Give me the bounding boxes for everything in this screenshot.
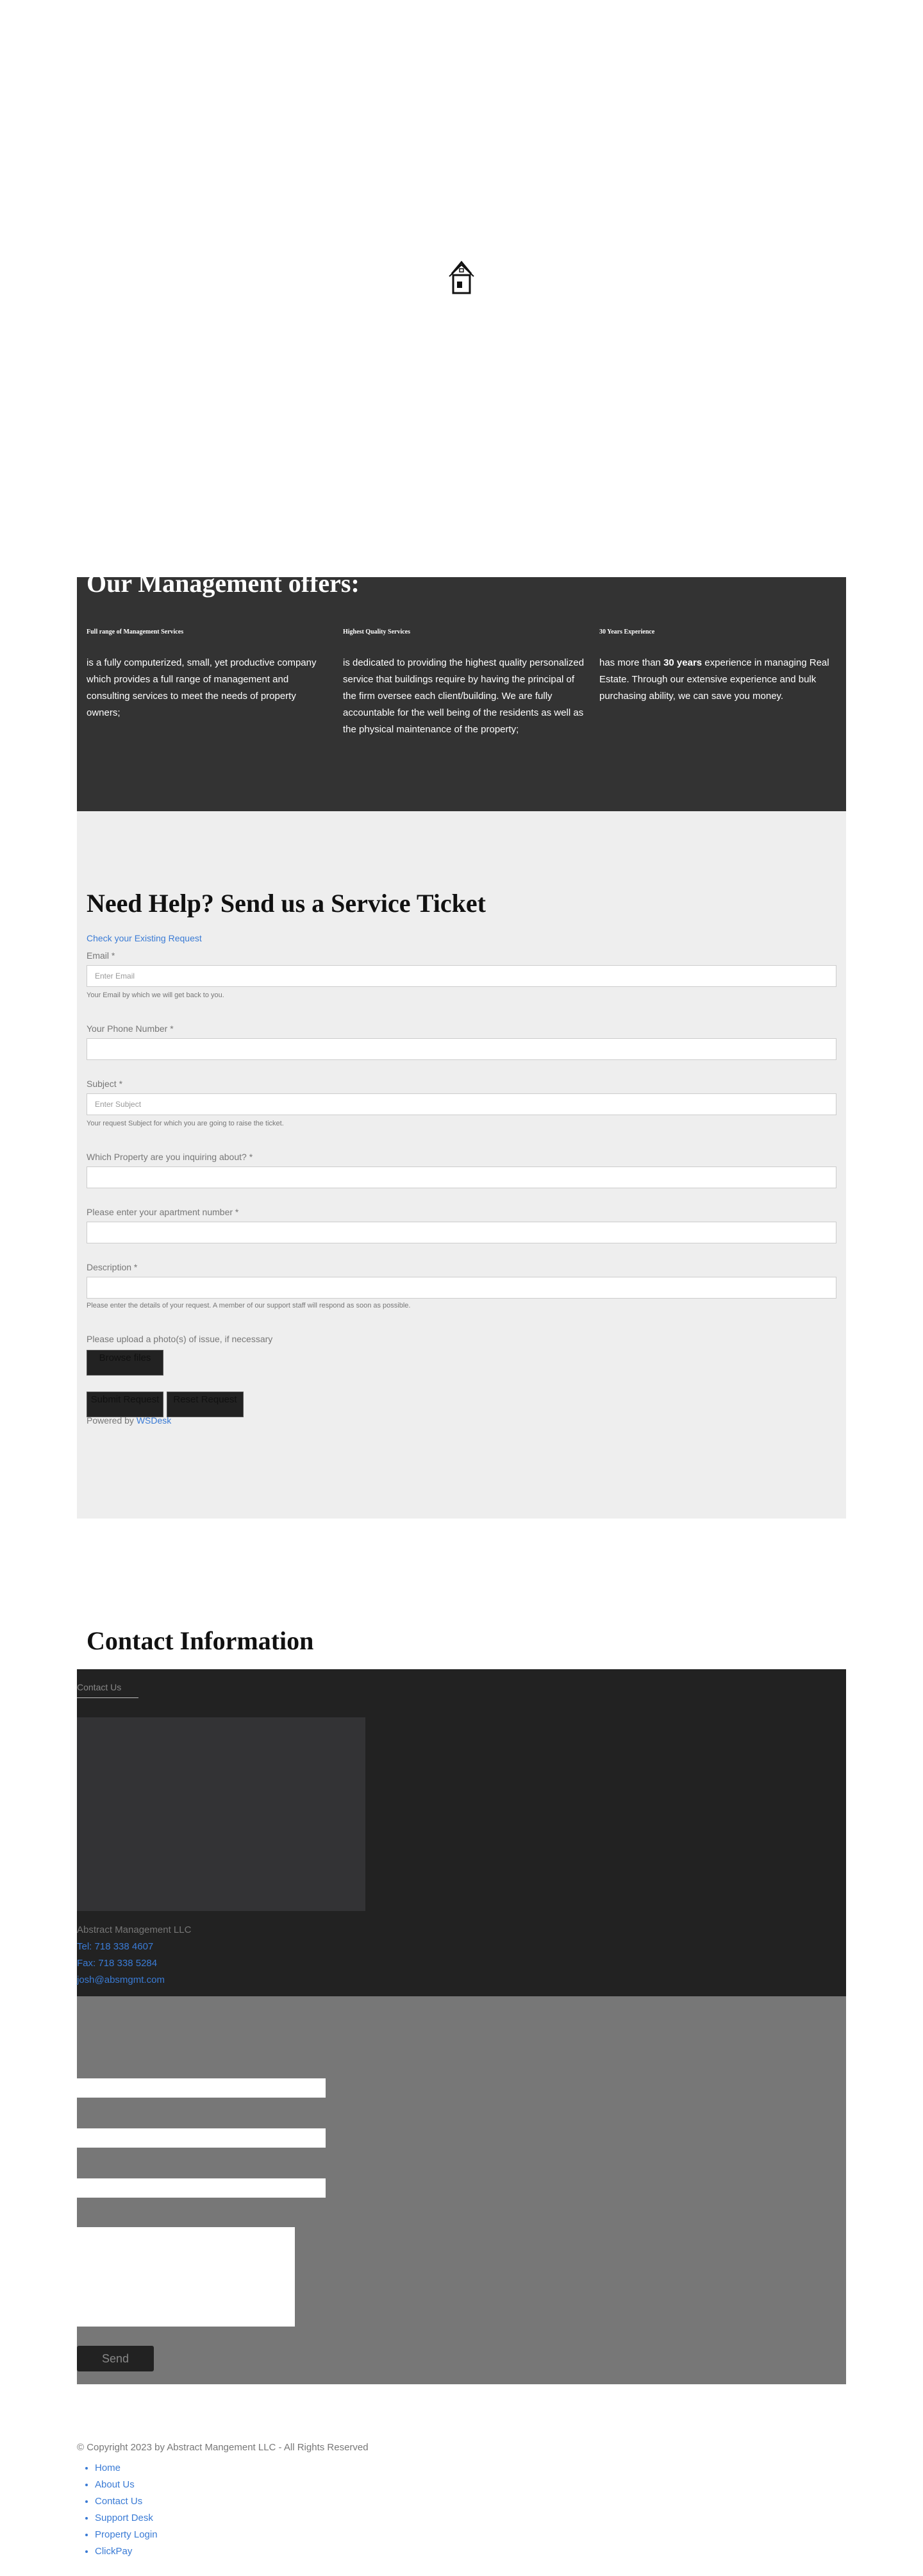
browse-files-button[interactable]: Browse files: [87, 1350, 163, 1376]
subject-input[interactable]: [77, 2178, 326, 2198]
ticket-title: Need Help? Send us a Service Ticket: [87, 889, 486, 918]
message-textarea[interactable]: [77, 2227, 295, 2327]
offer-text-bold: 30 years: [663, 657, 703, 668]
page: Our Management offers: Full range of Man…: [0, 0, 923, 2576]
footer-link-contact[interactable]: Contact Us: [95, 2493, 158, 2510]
email-field[interactable]: Enter Email: [87, 965, 836, 987]
apartment-label: Please enter your apartment number *: [87, 1207, 239, 1217]
submit-request-button[interactable]: Submit Request: [87, 1392, 163, 1417]
wsdesk-link[interactable]: WSDesk: [137, 1415, 171, 1426]
copyright-text: © Copyright 2023 by Abstract Mangement L…: [77, 2442, 369, 2453]
offer-heading: Full range of Management Services: [87, 628, 184, 636]
house-logo-icon: [449, 260, 474, 294]
offer-text: is a fully computerized, small, yet prod…: [87, 657, 317, 718]
contact-form: Send: [77, 1996, 846, 2384]
service-ticket-section: Need Help? Send us a Service Ticket Chec…: [77, 811, 846, 1519]
company-name: Abstract Management LLC: [77, 1924, 192, 1935]
offer-text-part: has more than: [599, 657, 664, 668]
description-textarea[interactable]: [87, 1277, 836, 1299]
apartment-field[interactable]: [87, 1222, 836, 1243]
phone-field[interactable]: [87, 1038, 836, 1060]
check-existing-request-link[interactable]: Check your Existing Request: [87, 933, 202, 943]
footer-links: Home About Us Contact Us Support Desk Pr…: [95, 2460, 158, 2560]
subject-label: Subject *: [87, 1079, 123, 1089]
description-hint: Please enter the details of your request…: [87, 1302, 411, 1309]
contact-info-panel: Contact Us Abstract Management LLC Tel: …: [77, 1669, 846, 1996]
contact-title: Contact Information: [87, 1626, 314, 1655]
footer-link-support[interactable]: Support Desk: [95, 2510, 158, 2527]
subject-hint: Your request Subject for which you are g…: [87, 1120, 284, 1127]
send-button[interactable]: Send: [77, 2346, 154, 2371]
footer-link-home[interactable]: Home: [95, 2460, 158, 2477]
offer-heading: Highest Quality Services: [343, 628, 410, 636]
footer-link-about[interactable]: About Us: [95, 2477, 158, 2493]
email-link[interactable]: josh@absmgmt.com: [77, 1974, 165, 1985]
phone-label: Your Phone Number *: [87, 1023, 174, 1034]
footer-link-clickpay[interactable]: ClickPay: [95, 2543, 158, 2560]
offer-column-services: Full range of Management Services is a f…: [87, 628, 330, 721]
tel-link[interactable]: Tel: 718 338 4607: [77, 1941, 153, 1952]
fax-link[interactable]: Fax: 718 338 5284: [77, 1958, 157, 1969]
powered-by: Powered by WSDesk: [87, 1415, 171, 1426]
email-hint: Your Email by which we will get back to …: [87, 991, 224, 999]
powered-by-text: Powered by: [87, 1415, 137, 1426]
offer-column-experience: 30 Years Experience has more than 30 yea…: [599, 628, 843, 705]
map[interactable]: [77, 1717, 365, 1911]
subject-field[interactable]: Enter Subject: [87, 1093, 836, 1115]
offer-column-quality: Highest Quality Services is dedicated to…: [343, 628, 586, 738]
offers-title: Our Management offers:: [87, 577, 360, 598]
offer-heading: 30 Years Experience: [599, 628, 655, 636]
upload-label: Please upload a photo(s) of issue, if ne…: [87, 1334, 273, 1344]
email-input[interactable]: [77, 2128, 326, 2148]
offer-text: has more than 30 years experience in man…: [599, 655, 843, 705]
reset-request-button[interactable]: Reset Request: [167, 1392, 244, 1417]
property-label: Which Property are you inquiring about? …: [87, 1152, 253, 1162]
offer-text: is dedicated to providing the highest qu…: [343, 657, 585, 735]
description-label: Description *: [87, 1262, 138, 1272]
management-offers-section: Our Management offers: Full range of Man…: [77, 577, 846, 811]
email-label: Email *: [87, 950, 115, 961]
footer-link-property-login[interactable]: Property Login: [95, 2527, 158, 2543]
contact-us-tab[interactable]: Contact Us: [77, 1682, 138, 1698]
property-field[interactable]: [87, 1166, 836, 1188]
name-input[interactable]: [77, 2078, 326, 2098]
